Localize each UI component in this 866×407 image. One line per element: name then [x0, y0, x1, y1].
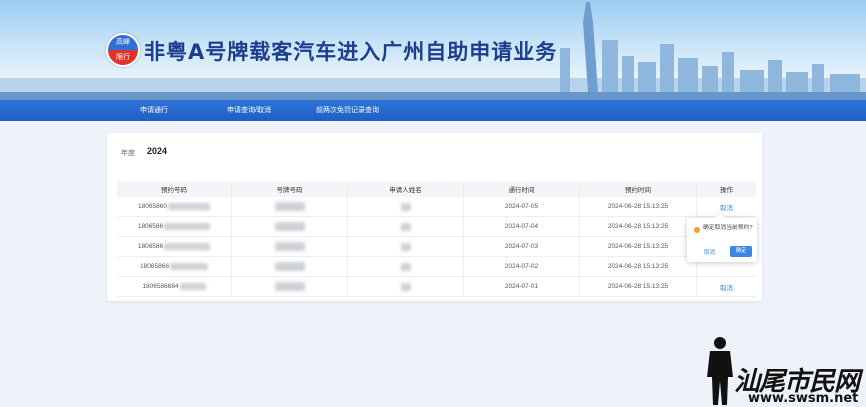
column-header: 号牌号码 [232, 181, 348, 197]
booked-at-cell: 2024-06-28 15:13:25 [580, 197, 697, 216]
booking-number-cell: 18065866 [117, 257, 232, 276]
table-row: 1806586 2024-07-04 2024-06-28 15:13:25 [117, 217, 756, 237]
nav-item-penalty-exemption[interactable]: 前两次免罚记录查询 [316, 100, 379, 121]
cancel-link[interactable]: 取消 [720, 282, 733, 292]
nav-item-apply[interactable]: 申请通行 [140, 100, 168, 121]
applicant-cell [348, 257, 464, 276]
applicant-cell [348, 277, 464, 296]
redacted-digits [169, 263, 208, 270]
plate-cell [232, 277, 348, 296]
plate-cell [232, 237, 348, 256]
column-header: 申请人姓名 [348, 181, 464, 197]
redacted-digits [164, 243, 211, 250]
logo-bottom-text: 限行 [108, 50, 138, 65]
logo-top-text: 高峰 [108, 35, 138, 50]
redacted-name [400, 282, 411, 291]
redacted-digits [179, 283, 206, 290]
popover-cancel-button[interactable]: 取消 [704, 248, 715, 256]
column-header: 操作 [720, 187, 733, 194]
booked-at-cell: 2024-06-28 15:13:25 [580, 257, 697, 276]
action-cell: 取消 [697, 277, 756, 296]
booking-number: 18065860 [138, 203, 167, 210]
bookings-table: 预约号码 号牌号码 申请人姓名 通行时间 预约时间 操作 18065860 20… [117, 181, 756, 297]
popover-message: 确定取消当前预约? [703, 225, 753, 231]
travel-date-cell: 2024-07-01 [464, 277, 580, 296]
redacted-name [400, 242, 411, 251]
cancel-link[interactable]: 取消 [720, 202, 733, 212]
traffic-limit-logo: 高峰 限行 [106, 33, 140, 67]
redacted-plate [274, 222, 305, 231]
year-label: 年度 [121, 150, 135, 157]
year-value[interactable]: 2024 [147, 146, 167, 156]
applicant-cell [348, 217, 464, 236]
booking-number: 18065866 [140, 263, 169, 270]
booking-number: 1806586 [137, 243, 164, 250]
travel-date-cell: 2024-07-03 [464, 237, 580, 256]
booking-number: 1806586 [137, 223, 164, 230]
popover-confirm-button[interactable]: 确定 [730, 246, 752, 257]
booking-number-cell: 1806586684 [117, 277, 232, 296]
site-title: 非粤A号牌载客汽车进入广州自助申请业务 [144, 40, 558, 64]
plate-cell [232, 197, 348, 216]
redacted-digits [167, 203, 210, 210]
redacted-plate [274, 282, 305, 291]
travel-date-cell: 2024-07-04 [464, 217, 580, 236]
booked-at-cell: 2024-06-28 15:13:25 [580, 217, 697, 236]
cancel-confirm-popover: 确定取消当前预约? 取消 确定 [687, 212, 757, 262]
warning-icon [694, 227, 700, 233]
plate-cell [232, 217, 348, 236]
column-header: 预约时间 [580, 181, 697, 197]
redacted-name [400, 262, 411, 271]
redacted-plate [274, 242, 305, 251]
redacted-plate [274, 262, 305, 271]
plate-cell [232, 257, 348, 276]
redacted-name [400, 222, 411, 231]
applicant-cell [348, 197, 464, 216]
watermark-url: www.swsm.net [748, 391, 859, 406]
table-row: 1806586 2024-07-03 2024-06-28 15:13:25 [117, 237, 756, 257]
main-nav: 申请通行 申请查询/取消 前两次免罚记录查询 [0, 100, 866, 121]
table-header: 预约号码 号牌号码 申请人姓名 通行时间 预约时间 操作 [117, 181, 756, 197]
column-header: 通行时间 [464, 181, 580, 197]
booking-number-cell: 18065860 [117, 197, 232, 216]
redacted-plate [274, 202, 305, 211]
results-card: 年度 2024 预约号码 号牌号码 申请人姓名 通行时间 预约时间 操作 180… [107, 133, 762, 301]
nav-item-query-cancel[interactable]: 申请查询/取消 [227, 100, 271, 121]
table-row: 18065860 2024-07-05 2024-06-28 15:13:25 … [117, 197, 756, 217]
booked-at-cell: 2024-06-28 15:13:25 [580, 277, 697, 296]
booked-at-cell: 2024-06-28 15:13:25 [580, 237, 697, 256]
booking-number-cell: 1806586 [117, 237, 232, 256]
booking-number-cell: 1806586 [117, 217, 232, 236]
action-cell: 取消 [697, 197, 756, 216]
column-header: 预约号码 [117, 181, 232, 197]
table-row: 18065866 2024-07-02 2024-06-28 15:13:25 [117, 257, 756, 277]
table-row: 1806586684 2024-07-01 2024-06-28 15:13:2… [117, 277, 756, 297]
redacted-name [400, 202, 411, 211]
header-banner: 高峰 限行 非粤A号牌载客汽车进入广州自助申请业务 [0, 0, 866, 100]
redacted-digits [164, 223, 211, 230]
travel-date-cell: 2024-07-02 [464, 257, 580, 276]
site-watermark: 汕尾市民网 www.swsm.net [700, 325, 866, 407]
applicant-cell [348, 237, 464, 256]
travel-date-cell: 2024-07-05 [464, 197, 580, 216]
booking-number: 1806586684 [142, 283, 179, 290]
